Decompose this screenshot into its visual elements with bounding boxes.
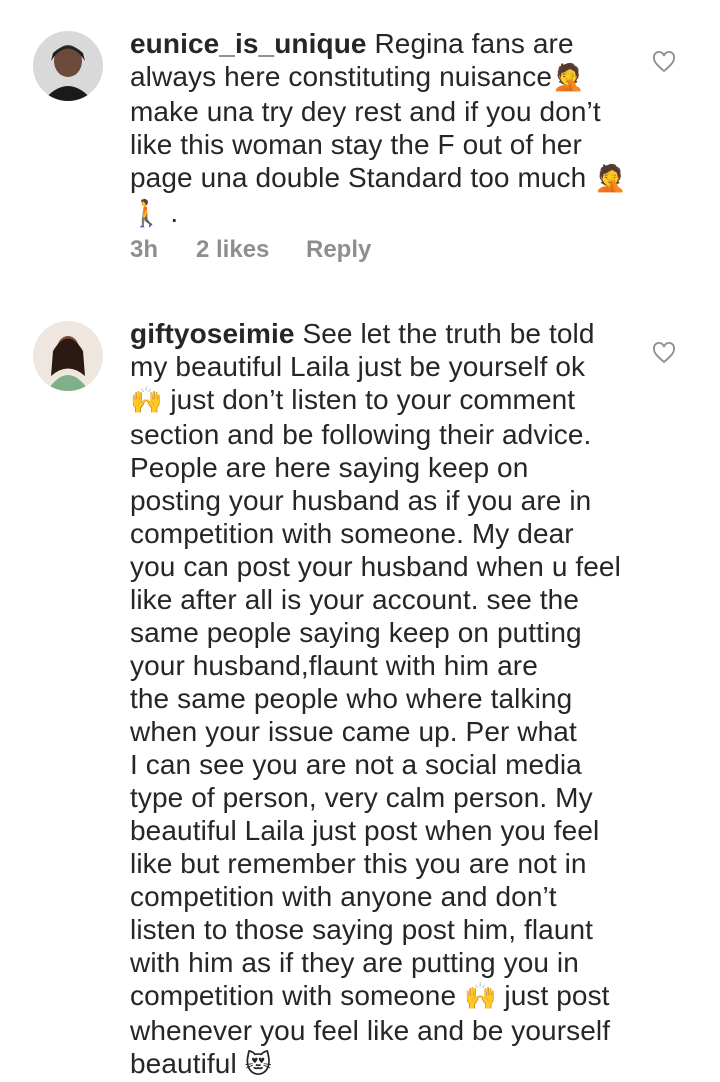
comment-line: like but remember this you are not in [130, 848, 587, 879]
comment-line: See let the truth be told [294, 318, 595, 349]
comment-line: always here constituting nuisance [130, 61, 552, 92]
raising-hands-emoji: 🙌 [464, 982, 497, 1012]
comment-line: posting your husband as if you are in [130, 485, 592, 516]
heart-eyes-cat-emoji: 😻 [244, 1050, 272, 1080]
comment-line: whenever you feel like and be yourself [130, 1015, 611, 1046]
comment-line: my beautiful Laila just be yourself ok [130, 351, 586, 382]
likes-count[interactable]: 2 likes [196, 236, 306, 264]
comment-line: section and be following their advice. [130, 419, 592, 450]
facepalm-emoji: 🤦 [552, 63, 585, 93]
avatar[interactable] [33, 321, 103, 391]
timestamp: 3h [130, 236, 159, 263]
heart-outline-icon[interactable] [652, 341, 676, 365]
heart-outline-icon[interactable] [652, 50, 676, 74]
comment-line: People are here saying keep on [130, 452, 529, 483]
comment-line: type of person, very calm person. My [130, 782, 593, 813]
comment-text: giftyoseimie See let the truth be told m… [130, 317, 650, 1082]
comment-text: eunice_is_unique Regina fans are always … [130, 27, 650, 231]
comment-line: . [170, 197, 179, 228]
raising-hands-emoji: 🙌 [130, 386, 163, 416]
comment-line: just don’t listen to your comment [162, 384, 576, 415]
avatar[interactable] [33, 31, 103, 101]
facepalm-emoji: 🤦 [594, 164, 627, 194]
comment-line: make una try dey rest and if you don’t [130, 96, 601, 127]
comment-line: I can see you are not a social media [130, 749, 582, 780]
comment-meta: 3h 2 likes Reply [130, 236, 371, 264]
comment-line: with him as if they are putting you in [130, 947, 579, 978]
comment-line: competition with anyone and don’t [130, 881, 557, 912]
comment-line: competition with someone [130, 980, 465, 1011]
comment-line: just post [496, 980, 610, 1011]
reply-button[interactable]: Reply [306, 236, 371, 264]
comment-line: competition with someone. My dear [130, 518, 574, 549]
comment-line: Regina fans are [366, 28, 574, 59]
comment-line: you can post your husband when u feel [130, 551, 621, 582]
comment-line: listen to those saying post him, flaunt [130, 914, 594, 945]
walking-emoji: 🚶 [130, 199, 163, 229]
comment-line: when your issue came up. Per what [130, 716, 577, 747]
comment-line: same people saying keep on putting [130, 617, 582, 648]
comment-line: your husband,flaunt with him are [130, 650, 538, 681]
comment-line: beautiful [130, 1048, 245, 1079]
comment-line: like this woman stay the F out of her [130, 129, 582, 160]
comment-line: like after all is your account. see the [130, 584, 580, 615]
comment-line: page una double Standard too much [130, 162, 595, 193]
username[interactable]: eunice_is_unique [130, 28, 367, 59]
comment-line: beautiful Laila just post when you feel [130, 815, 600, 846]
comment-line: the same people who where talking [130, 683, 573, 714]
username[interactable]: giftyoseimie [130, 318, 295, 349]
